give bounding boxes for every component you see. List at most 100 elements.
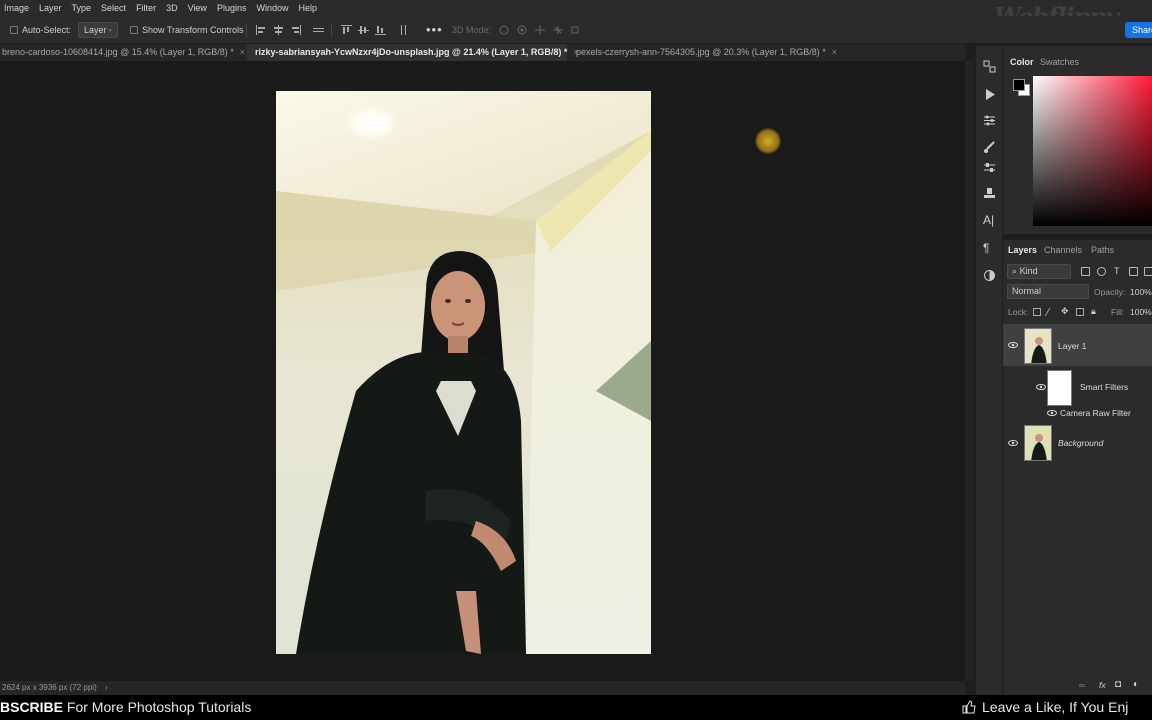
close-icon[interactable]: × [832, 47, 837, 57]
lock-label: Lock: [1008, 307, 1029, 317]
close-icon[interactable]: × [240, 47, 245, 57]
document-image[interactable] [276, 91, 651, 654]
brush-icon[interactable] [983, 141, 996, 154]
adjustment-layer-icon[interactable]: ◐ [1133, 679, 1139, 690]
layer-row-layer-1[interactable]: Layer 1 [1003, 324, 1152, 366]
tab-channels[interactable]: Channels [1044, 245, 1082, 255]
auto-select-option[interactable]: Auto-Select: [10, 25, 71, 35]
tab-document-1[interactable]: breno-cardoso-10608414.jpg @ 15.4% (Laye… [0, 44, 246, 61]
menu-help[interactable]: Help [294, 3, 323, 13]
layer-select-dropdown[interactable]: Layer ⌄ [78, 22, 118, 38]
show-transform-checkbox[interactable] [130, 26, 138, 34]
share-button[interactable]: Share [1125, 22, 1152, 38]
paragraph-icon[interactable]: ¶ [983, 242, 996, 255]
layer-style-fx-icon[interactable]: fx [1099, 680, 1106, 690]
character-icon[interactable]: A| [983, 214, 996, 227]
show-transform-label: Show Transform Controls [142, 25, 244, 35]
subscribe-word: BSCRIBE [0, 699, 64, 715]
eye-icon[interactable] [1036, 384, 1046, 390]
tab-document-2[interactable]: rizky-sabriansyah-YcwNzxr4jDo-unsplash.j… [247, 44, 579, 61]
clone-source-icon[interactable] [983, 187, 996, 200]
tab-document-3[interactable]: pexels-czerrysh-ann-7564305.jpg @ 20.3% … [568, 44, 838, 61]
menu-plugins[interactable]: Plugins [213, 3, 253, 13]
lock-all-icon[interactable]: 🔒︎ [1091, 306, 1096, 317]
3d-roll-icon[interactable] [516, 25, 528, 35]
opacity-value[interactable]: 100% [1130, 287, 1152, 297]
options-bar: Auto-Select: Layer ⌄ Show Transform Cont… [0, 16, 1152, 44]
lock-artboard-icon[interactable] [1076, 308, 1084, 316]
more-options-icon[interactable]: ••• [426, 22, 443, 37]
align-center-icon[interactable] [273, 25, 284, 35]
layer-filter-kind[interactable]: ⌕ Kind [1007, 264, 1071, 279]
menu-bar: Image Layer Type Select Filter 3D View P… [0, 0, 1152, 16]
distribute-vertical-icon[interactable] [398, 25, 409, 35]
menu-window[interactable]: Window [252, 3, 294, 13]
filter-adjustment-icon[interactable] [1097, 267, 1106, 276]
filter-smart-object-icon[interactable] [1144, 267, 1152, 276]
layers-panel-footer: ∞ fx ◘ ◐ [1003, 679, 1152, 694]
actions-play-icon[interactable] [983, 88, 996, 101]
align-top-icon[interactable] [341, 25, 352, 35]
3d-rotate-icon[interactable] [498, 25, 510, 35]
document-tabs: breno-cardoso-10608414.jpg @ 15.4% (Laye… [0, 44, 965, 61]
layer-name[interactable]: Smart Filters [1080, 382, 1128, 392]
align-left-icon[interactable] [256, 25, 267, 35]
tab-swatches[interactable]: Swatches [1040, 57, 1079, 67]
filter-pixel-icon[interactable] [1081, 267, 1090, 276]
layer-row-background[interactable]: Background [1003, 422, 1152, 464]
brush-settings-icon[interactable] [983, 161, 996, 174]
lock-image-icon[interactable] [1044, 308, 1058, 316]
like-text: Leave a Like, If You Enj [982, 699, 1129, 715]
auto-select-checkbox[interactable] [10, 26, 18, 34]
subscribe-text: For More Photoshop Tutorials [66, 699, 252, 715]
eye-icon[interactable] [1008, 342, 1018, 348]
menu-select[interactable]: Select [97, 3, 132, 13]
tab-paths[interactable]: Paths [1091, 245, 1114, 255]
tab-color[interactable]: Color [1010, 57, 1034, 67]
color-picker-field[interactable] [1033, 76, 1152, 226]
menu-3d[interactable]: 3D [162, 3, 184, 13]
history-icon[interactable] [983, 60, 996, 73]
tab-layers[interactable]: Layers [1008, 245, 1037, 255]
add-mask-icon[interactable]: ◘ [1115, 679, 1121, 690]
vertical-scrollbar[interactable] [965, 61, 974, 681]
filter-mask-thumbnail [1047, 370, 1072, 406]
menu-image[interactable]: Image [0, 3, 35, 13]
lock-transparent-icon[interactable] [1033, 308, 1041, 316]
properties-icon[interactable] [983, 269, 996, 282]
layer-name[interactable]: Layer 1 [1058, 341, 1086, 351]
menu-filter[interactable]: Filter [132, 3, 162, 13]
thumbs-up-icon [962, 700, 976, 714]
show-transform-option[interactable]: Show Transform Controls [130, 25, 244, 35]
distribute-icon[interactable] [313, 25, 324, 35]
align-middle-icon[interactable] [358, 25, 369, 35]
align-right-icon[interactable] [290, 25, 301, 35]
3d-scale-icon[interactable] [570, 25, 582, 35]
layer-row-smart-filters[interactable]: Smart Filters [1003, 368, 1152, 406]
fill-value[interactable]: 100% [1130, 307, 1152, 317]
3d-slide-icon[interactable] [552, 25, 564, 35]
video-banner: BSCRIBE For More Photoshop Tutorials Lea… [0, 695, 1152, 720]
menu-layer[interactable]: Layer [35, 3, 68, 13]
filter-shape-icon[interactable] [1129, 267, 1138, 276]
lock-position-icon[interactable]: ✥ [1061, 306, 1069, 317]
adjustments-icon[interactable] [983, 114, 996, 127]
link-layers-icon[interactable]: ∞ [1079, 680, 1085, 690]
search-icon: ⌕ [1012, 266, 1018, 276]
layer-row-camera-raw-filter[interactable]: Camera Raw Filter [1003, 407, 1152, 419]
canvas-area[interactable] [0, 61, 965, 681]
eye-icon[interactable] [1008, 440, 1018, 446]
layer-name[interactable]: Camera Raw Filter [1060, 408, 1131, 418]
blend-mode-dropdown[interactable]: Normal [1007, 284, 1089, 299]
foreground-color-swatch[interactable] [1013, 79, 1025, 91]
options-separator [331, 23, 332, 37]
align-bottom-icon[interactable] [375, 25, 386, 35]
layer-name[interactable]: Background [1058, 438, 1103, 448]
menu-type[interactable]: Type [68, 3, 98, 13]
like-banner: Leave a Like, If You Enj [962, 699, 1128, 715]
eye-icon[interactable] [1047, 410, 1057, 416]
menu-view[interactable]: View [184, 3, 213, 13]
3d-pan-icon[interactable] [534, 25, 546, 35]
status-arrow-icon[interactable]: › [105, 683, 108, 692]
filter-type-icon[interactable]: T [1114, 266, 1120, 276]
